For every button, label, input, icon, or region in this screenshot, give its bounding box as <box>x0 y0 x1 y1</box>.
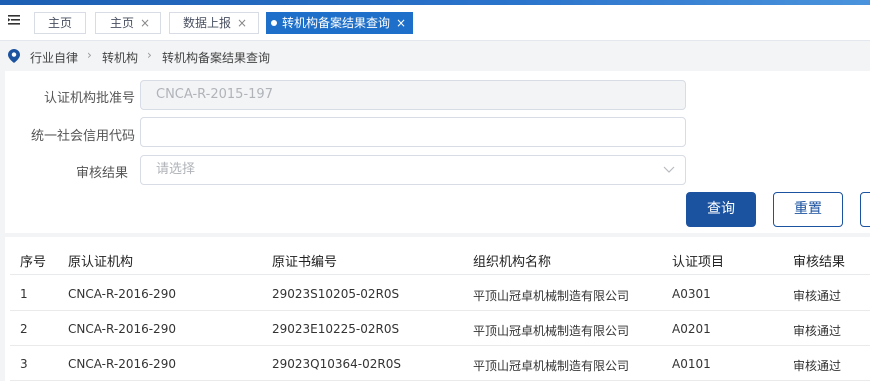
column-header-index: 序号 <box>20 255 47 270</box>
cell-review-result: 审核通过 <box>793 359 842 373</box>
breadcrumb-separator: › <box>87 48 92 62</box>
chevron-down-icon <box>663 156 675 194</box>
tab-bar: 主页 主页 × 数据上报 × 转机构备案结果查询 × <box>0 5 870 41</box>
table-row[interactable]: 1 CNCA-R-2016-290 29023S10205-02R0S 平顶山冠… <box>10 276 870 311</box>
column-header-organization: 组织机构名称 <box>473 255 552 270</box>
location-pin-icon <box>8 49 20 66</box>
table-row[interactable]: 3 CNCA-R-2016-290 29023Q10364-02R0S 平顶山冠… <box>10 346 870 381</box>
breadcrumb-item-industry[interactable]: 行业自律 <box>30 49 78 66</box>
search-form: 认证机构批准号 CNCA-R-2015-197 统一社会信用代码 审核结果 请选… <box>5 71 870 233</box>
review-result-label: 审核结果 <box>75 166 128 181</box>
active-dot-icon <box>271 20 277 26</box>
tab-home-pinned[interactable]: 主页 <box>34 12 86 34</box>
menu-toggle-icon[interactable] <box>8 14 20 26</box>
cell-original-body: CNCA-R-2016-290 <box>68 322 176 336</box>
cell-organization: 平顶山冠卓机械制造有限公司 <box>473 324 630 338</box>
column-header-certificate-no: 原证书编号 <box>272 255 338 270</box>
tab-label: 转机构备案结果查询 <box>282 16 391 30</box>
table-row[interactable]: 2 CNCA-R-2016-290 29023E10225-02R0S 平顶山冠… <box>10 311 870 346</box>
close-icon[interactable]: × <box>140 16 150 30</box>
more-button[interactable] <box>860 192 870 227</box>
tab-transfer-query[interactable]: 转机构备案结果查询 × <box>266 12 413 34</box>
breadcrumb-separator: › <box>147 48 152 62</box>
select-placeholder: 请选择 <box>156 162 196 177</box>
column-header-review-result: 审核结果 <box>793 255 846 270</box>
tab-label: 主页 <box>47 16 72 30</box>
cell-organization: 平顶山冠卓机械制造有限公司 <box>473 289 630 303</box>
cell-index: 3 <box>20 357 28 371</box>
cell-review-result: 审核通过 <box>793 289 842 303</box>
credit-code-field[interactable] <box>140 117 686 147</box>
credit-code-label: 统一社会信用代码 <box>30 129 135 144</box>
approval-number-label: 认证机构批准号 <box>43 91 135 106</box>
cell-certificate-no: 29023Q10364-02R0S <box>272 357 401 371</box>
cell-certificate-no: 29023E10225-02R0S <box>272 322 400 336</box>
cell-review-result: 审核通过 <box>793 324 842 338</box>
column-header-project: 认证项目 <box>672 255 725 270</box>
breadcrumb: 行业自律 › 转机构 › 转机构备案结果查询 <box>0 42 870 71</box>
cell-index: 1 <box>20 287 28 301</box>
tab-label: 主页 <box>110 16 135 30</box>
cell-project: A0101 <box>672 357 711 371</box>
results-table: 序号 原认证机构 原证书编号 组织机构名称 认证项目 审核结果 1 CNCA-R… <box>5 237 870 381</box>
cell-original-body: CNCA-R-2016-290 <box>68 287 176 301</box>
breadcrumb-item-transfer[interactable]: 转机构 <box>102 49 138 66</box>
close-icon[interactable]: × <box>237 16 247 30</box>
approval-number-field[interactable]: CNCA-R-2015-197 <box>140 80 686 110</box>
reset-button[interactable]: 重置 <box>773 192 843 227</box>
tab-data-report[interactable]: 数据上报 × <box>169 12 259 34</box>
tab-label: 数据上报 <box>183 16 232 30</box>
cell-organization: 平顶山冠卓机械制造有限公司 <box>473 359 630 373</box>
cell-certificate-no: 29023S10205-02R0S <box>272 287 400 301</box>
cell-index: 2 <box>20 322 28 336</box>
tab-home[interactable]: 主页 × <box>95 12 161 34</box>
query-button[interactable]: 查询 <box>686 192 756 227</box>
review-result-select[interactable]: 请选择 <box>140 155 686 185</box>
close-icon[interactable]: × <box>396 16 406 30</box>
cell-project: A0301 <box>672 287 711 301</box>
cell-original-body: CNCA-R-2016-290 <box>68 357 176 371</box>
table-header: 序号 原认证机构 原证书编号 组织机构名称 认证项目 审核结果 <box>10 243 870 275</box>
breadcrumb-item-current: 转机构备案结果查询 <box>162 51 271 65</box>
column-header-original-body: 原认证机构 <box>68 255 134 270</box>
cell-project: A0201 <box>672 322 711 336</box>
